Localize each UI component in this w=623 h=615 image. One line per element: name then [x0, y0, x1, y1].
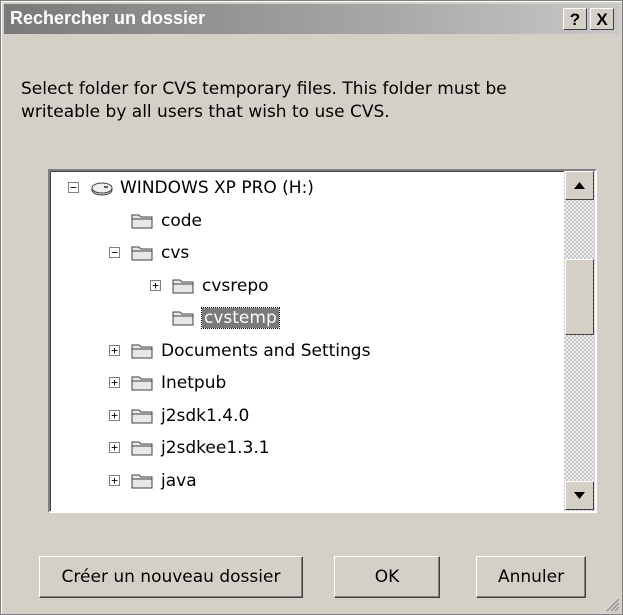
tree-item-label: cvsrepo — [202, 275, 269, 296]
folder-icon — [131, 214, 153, 228]
folder-tree[interactable]: − WINDOWS XP PRO (H:) code − cvs + cvsrepo cvst… — [48, 169, 597, 513]
expand-icon[interactable]: + — [109, 442, 120, 453]
dialog-description: Select folder for CVS temporary files. T… — [21, 79, 507, 122]
tree-item[interactable]: + cvsrepo — [50, 272, 565, 300]
collapse-icon[interactable]: − — [109, 247, 120, 258]
tree-item-label: cvs — [161, 243, 190, 263]
tree-item[interactable]: − cvs — [50, 239, 565, 267]
dialog-title: Rechercher un dossier — [10, 8, 206, 28]
folder-icon — [131, 376, 153, 391]
folder-open-icon — [172, 311, 194, 326]
folder-icon — [172, 279, 194, 293]
drive-icon — [91, 182, 113, 196]
expand-icon[interactable]: + — [109, 377, 120, 388]
scroll-down-button[interactable] — [565, 481, 594, 510]
tree-item[interactable]: + java — [50, 467, 565, 495]
folder-icon — [131, 409, 153, 423]
tree-item[interactable]: + j2sdkee1.3.1 — [50, 434, 565, 462]
tree-item[interactable]: cvstemp — [50, 304, 565, 332]
tree-item[interactable]: + Inetpub — [50, 369, 565, 397]
expand-icon[interactable]: + — [109, 344, 120, 356]
help-button[interactable]: ? — [563, 8, 587, 30]
arrow-down-icon — [574, 492, 585, 499]
ok-button[interactable]: OK — [334, 556, 440, 598]
expand-icon[interactable]: + — [109, 409, 120, 421]
tree-item-label: j2sdk1.4.0 — [161, 405, 250, 426]
tree-item-label: cvstemp — [201, 307, 280, 329]
tree-item-label: Documents and Settings — [161, 340, 371, 361]
tree-item[interactable]: code — [50, 207, 565, 235]
folder-icon — [131, 344, 153, 358]
folder-open-icon — [131, 246, 153, 261]
expand-icon[interactable]: + — [150, 279, 161, 291]
title-bar[interactable]: Rechercher un dossier ? X — [4, 4, 619, 34]
resize-grip-icon[interactable] — [604, 596, 620, 612]
folder-icon — [131, 474, 153, 488]
tree-item[interactable]: + Documents and Settings — [50, 337, 565, 365]
tree-item-label: java — [161, 470, 197, 491]
tree-item-label: code — [161, 210, 202, 231]
tree-item-label: Inetpub — [161, 373, 227, 393]
arrow-up-icon — [574, 182, 585, 189]
cancel-button[interactable]: Annuler — [476, 556, 586, 598]
browse-folder-dialog: Rechercher un dossier ? X Select folder … — [0, 0, 623, 615]
folder-icon — [131, 441, 153, 456]
collapse-icon[interactable]: − — [68, 182, 79, 193]
scroll-thumb[interactable] — [565, 259, 594, 335]
close-button[interactable]: X — [590, 8, 614, 30]
scroll-up-button[interactable] — [565, 171, 594, 200]
tree-item-label: WINDOWS XP PRO (H:) — [120, 178, 314, 198]
vertical-scrollbar[interactable] — [564, 171, 595, 511]
tree-item[interactable]: + j2sdk1.4.0 — [50, 402, 565, 430]
tree-item[interactable]: − WINDOWS XP PRO (H:) — [50, 174, 565, 202]
new-folder-button[interactable]: Créer un nouveau dossier — [39, 556, 303, 598]
tree-item-label: j2sdkee1.3.1 — [161, 438, 270, 458]
expand-icon[interactable]: + — [109, 474, 120, 486]
